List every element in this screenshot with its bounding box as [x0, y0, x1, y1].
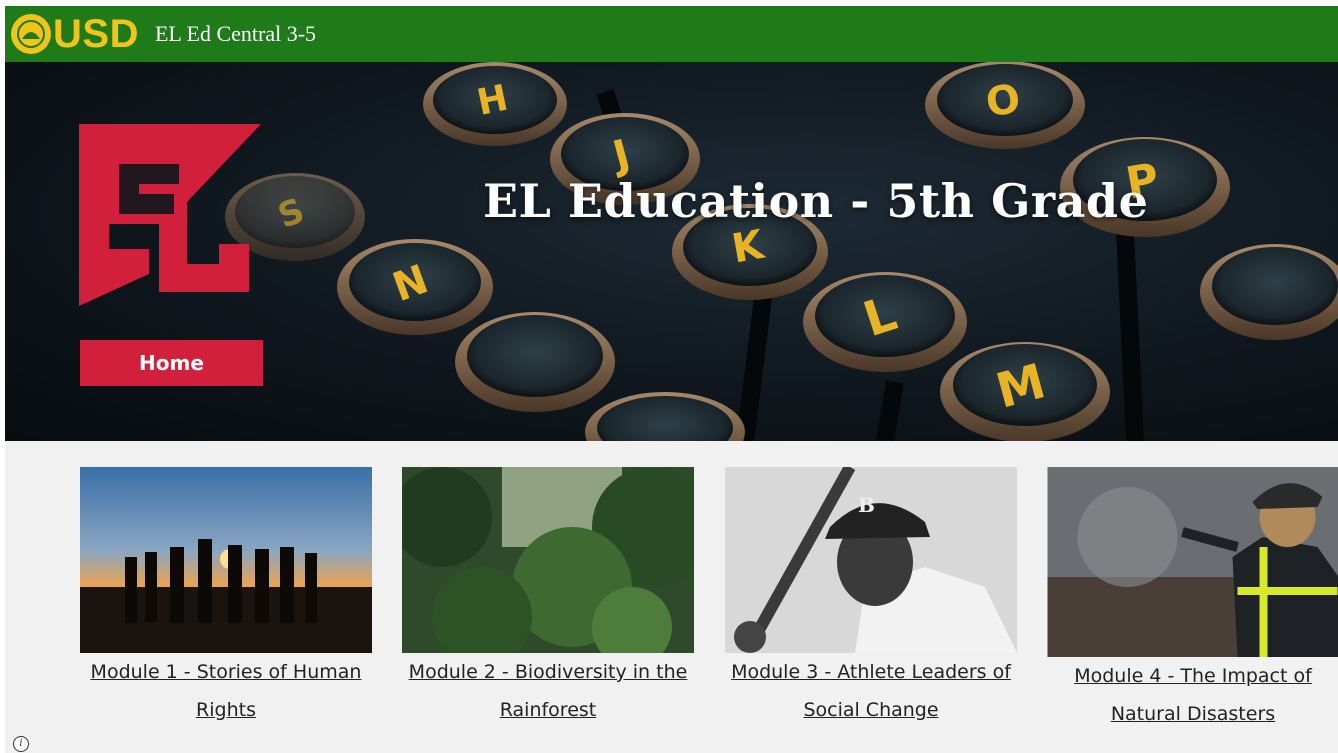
svg-text:B: B: [858, 493, 875, 517]
module-3-link-line2[interactable]: Social Change: [725, 691, 1017, 729]
module-card-3: B Module 3 - Athlete Leaders of Social C…: [725, 467, 1017, 729]
key-letter: O: [983, 76, 1023, 126]
page-title: EL Education - 5th Grade: [483, 174, 1149, 228]
module-1-link-line1[interactable]: Module 1 - Stories of Human: [80, 653, 372, 691]
baseball-player-image[interactable]: B: [725, 467, 1017, 653]
module-4-link-line2[interactable]: Natural Disasters: [1047, 695, 1338, 733]
module-3-link-line1[interactable]: Module 3 - Athlete Leaders of: [725, 653, 1017, 691]
site-title[interactable]: EL Ed Central 3-5: [155, 21, 316, 47]
info-icon[interactable]: i: [13, 736, 29, 752]
district-seal-icon: [11, 14, 51, 54]
silhouettes-sunset-image[interactable]: [80, 467, 372, 653]
module-card-4: Module 4 - The Impact of Natural Disaste…: [1047, 467, 1338, 733]
module-1-link-line2[interactable]: Rights: [80, 691, 372, 729]
home-button[interactable]: Home: [80, 340, 263, 386]
module-card-2: Module 2 - Biodiversity in the Rainfores…: [402, 467, 694, 729]
el-education-logo: [79, 124, 269, 314]
page: USD EL Ed Central 3-5 H J K L M N O P S …: [5, 6, 1338, 753]
usd-logo[interactable]: USD: [11, 12, 139, 57]
module-card-1: Module 1 - Stories of Human Rights: [80, 467, 372, 729]
hero-banner: H J K L M N O P S EL Education - 5th Gra…: [5, 62, 1338, 441]
rainforest-image[interactable]: [402, 467, 694, 653]
logo-text: USD: [53, 11, 139, 56]
module-4-link-line1[interactable]: Module 4 - The Impact of: [1047, 657, 1338, 695]
module-2-link-line2[interactable]: Rainforest: [402, 691, 694, 729]
module-2-link-line1[interactable]: Module 2 - Biodiversity in the: [402, 653, 694, 691]
site-header: USD EL Ed Central 3-5: [5, 6, 1338, 62]
firefighter-image[interactable]: [1047, 467, 1338, 657]
